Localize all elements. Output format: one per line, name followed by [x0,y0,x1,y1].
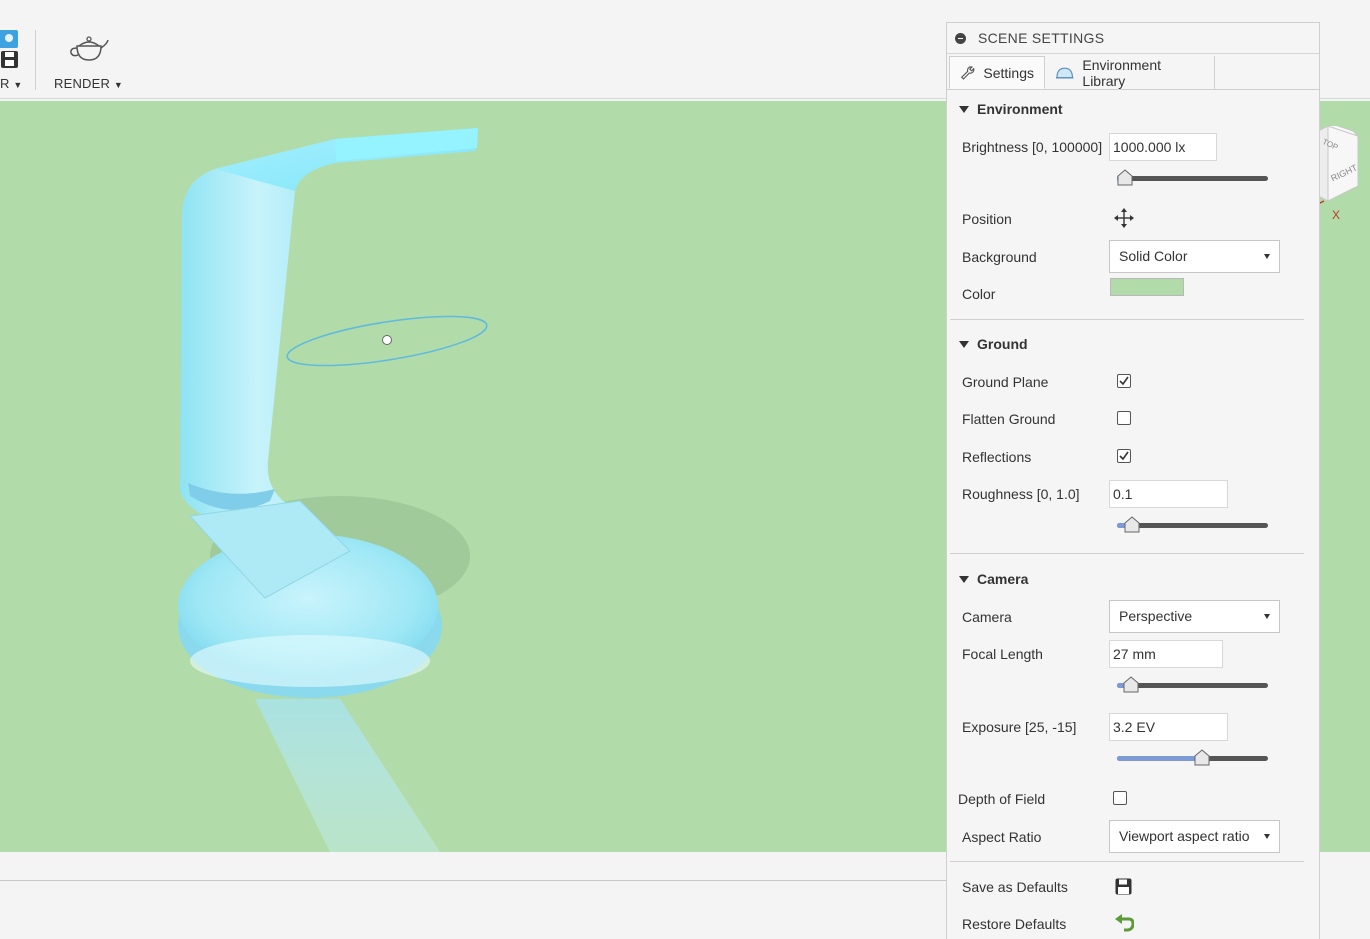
depth-of-field-checkbox[interactable] [1113,791,1127,805]
prev-tool-label[interactable]: R ▼ [0,76,23,91]
ground-reflection [255,699,440,852]
tab-environment-library-label: Environment Library [1082,56,1161,89]
tab-settings[interactable]: Settings [949,56,1045,89]
move-icon[interactable] [1114,208,1134,231]
toolbar-divider [35,30,36,90]
render-menu[interactable]: RENDER ▼ [54,76,123,91]
roughness-input[interactable] [1109,480,1228,508]
scene-settings-panel: SCENE SETTINGS Settings Environment Libr… [946,22,1320,939]
tab-environment-library[interactable]: Environment Library [1045,56,1215,89]
section-camera[interactable]: Camera [959,571,1028,587]
status-divider [0,880,946,881]
camera-select[interactable]: Perspective [1109,600,1280,633]
exposure-slider-thumb[interactable] [1194,749,1210,766]
flatten-ground-label: Flatten Ground [962,411,1056,427]
base-highlight [190,635,430,687]
save-tool-icon[interactable] [0,30,20,70]
dome-icon [1055,67,1074,79]
panel-header: SCENE SETTINGS [947,23,1319,54]
roughness-slider-thumb[interactable] [1124,516,1140,533]
save-defaults-button[interactable] [1115,878,1132,898]
lamp-stem [180,139,335,531]
brightness-label: Brightness [0, 100000] [962,139,1103,155]
aspect-ratio-select[interactable]: Viewport aspect ratio [1109,820,1280,853]
section-environment[interactable]: Environment [959,101,1063,117]
exposure-input[interactable] [1109,713,1228,741]
color-swatch[interactable] [1110,278,1184,296]
x-axis-label: X [1332,208,1341,222]
tab-settings-label: Settings [983,64,1034,81]
exposure-slider[interactable] [1117,749,1268,766]
floppy-disk-icon [1115,878,1132,895]
roughness-slider[interactable] [1117,516,1268,533]
brightness-slider[interactable] [1117,169,1268,186]
restore-defaults-label: Restore Defaults [962,916,1067,932]
color-label: Color [962,286,996,302]
reflections-label: Reflections [962,449,1032,465]
undo-arrow-icon [1115,914,1135,932]
exposure-label: Exposure [25, -15] [962,719,1077,735]
depth-of-field-label: Depth of Field [958,791,1046,807]
flatten-ground-checkbox[interactable] [1117,411,1131,425]
ground-plane-label: Ground Plane [962,374,1049,390]
brightness-input[interactable] [1109,133,1217,161]
position-label: Position [962,211,1012,227]
focal-length-slider-thumb[interactable] [1123,676,1139,693]
background-select[interactable]: Solid Color [1109,240,1280,273]
wrench-icon [960,65,975,80]
panel-tabs: Settings Environment Library [947,54,1319,90]
ground-plane-checkbox[interactable] [1117,374,1131,388]
dropdown-arrow-icon: ▼ [113,80,124,90]
background-label: Background [962,249,1037,265]
camera-label: Camera [962,609,1012,625]
light-gizmo-handle[interactable] [382,335,392,345]
view-cube[interactable]: TOP RIGHT X [1317,120,1370,222]
focal-length-label: Focal Length [962,646,1043,662]
section-divider [950,861,1304,862]
aspect-ratio-label: Aspect Ratio [962,829,1042,845]
section-divider [950,553,1304,554]
focal-length-slider[interactable] [1117,676,1268,693]
dropdown-arrow-icon: ▼ [13,80,23,90]
section-divider [950,319,1304,320]
exposure-slider-fill [1117,756,1202,761]
roughness-label: Roughness [0, 1.0] [962,486,1080,502]
brightness-slider-thumb[interactable] [1117,169,1133,186]
focal-length-input[interactable] [1109,640,1223,668]
save-defaults-label: Save as Defaults [962,879,1068,895]
reflections-checkbox[interactable] [1117,449,1131,463]
restore-defaults-button[interactable] [1114,913,1135,936]
section-ground[interactable]: Ground [959,336,1028,352]
teapot-icon[interactable] [67,32,111,67]
collapse-icon[interactable] [955,32,966,44]
panel-title: SCENE SETTINGS [978,30,1105,46]
